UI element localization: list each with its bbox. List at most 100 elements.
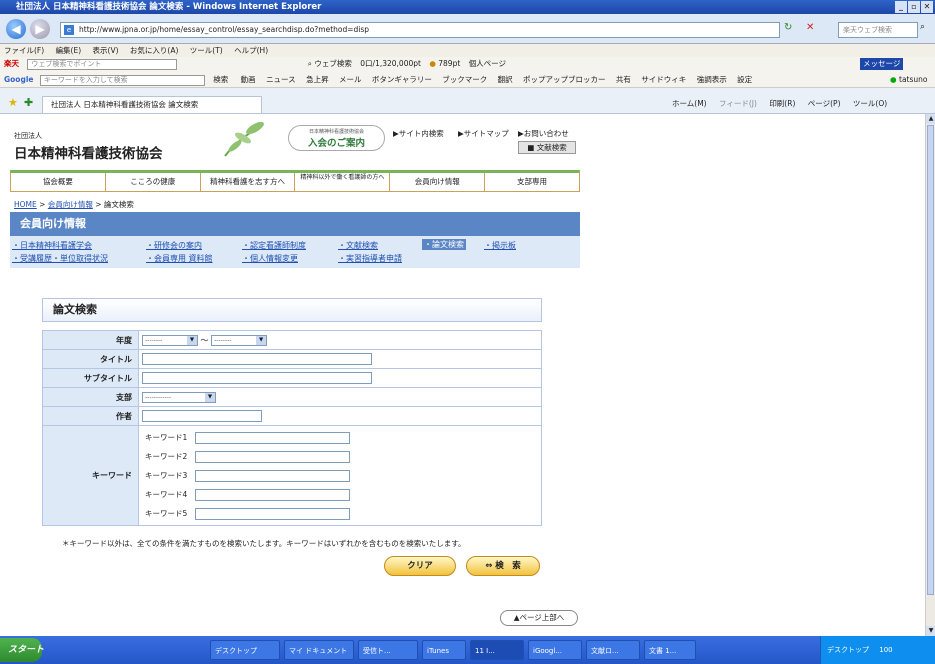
- clear-button[interactable]: クリア: [384, 556, 456, 576]
- keyword2-input[interactable]: [195, 451, 350, 463]
- search-button[interactable]: ⇔ 検 索: [466, 556, 540, 576]
- literature-search-button[interactable]: ■ 文献検索: [518, 141, 576, 154]
- subnav-literature[interactable]: ・文献検索: [338, 240, 378, 251]
- author-input[interactable]: [142, 410, 262, 422]
- subnav-society[interactable]: ・日本精神科看護学会: [12, 240, 92, 251]
- start-button[interactable]: スタート: [0, 638, 44, 662]
- minimize-button[interactable]: _: [895, 1, 907, 13]
- tb-news[interactable]: ニュース: [266, 75, 296, 84]
- year-from-select[interactable]: -------- ▼: [142, 334, 198, 346]
- subnav-certified[interactable]: ・認定看護師制度: [242, 240, 306, 251]
- google-user[interactable]: tatsuno: [899, 71, 927, 87]
- menu-view[interactable]: 表示(V): [93, 46, 119, 55]
- contact-link[interactable]: ▶お問い合わせ: [518, 128, 569, 139]
- points-display[interactable]: 0口/1,320,000pt: [360, 59, 421, 68]
- subnav-instructor[interactable]: ・実習指導者申請: [338, 253, 402, 264]
- tb-settings[interactable]: 設定: [737, 75, 752, 84]
- search-icon[interactable]: ⌕: [920, 22, 925, 32]
- branch-select[interactable]: ------------ ▼: [142, 391, 216, 403]
- taskbar-desktop[interactable]: デスクトップ: [210, 640, 280, 660]
- menu-edit[interactable]: 編集(E): [56, 46, 82, 55]
- nav-aspiring-nurses[interactable]: 精神科看護を志す方へ: [200, 173, 296, 191]
- taskbar-word[interactable]: 文書 1...: [644, 640, 696, 660]
- menu-favorites[interactable]: お気に入り(A): [130, 46, 178, 55]
- tb-trending[interactable]: 急上昇: [306, 75, 329, 84]
- title-input[interactable]: [142, 353, 372, 365]
- tb-sidewiki[interactable]: サイドウィキ: [641, 75, 686, 84]
- page-top-button[interactable]: ▲ページ上部へ: [500, 610, 578, 626]
- tb-video[interactable]: 動画: [241, 75, 256, 84]
- tools-command[interactable]: ツール(O): [853, 99, 887, 108]
- google-search-button[interactable]: 検索: [213, 75, 228, 84]
- taskbar-folder[interactable]: 文献ロ...: [586, 640, 640, 660]
- stop-icon[interactable]: ✕: [806, 22, 814, 33]
- org-name[interactable]: 日本精神科看護技術協会: [14, 142, 163, 162]
- search-box[interactable]: 楽天ウェブ検索: [838, 22, 918, 38]
- breadcrumb-members[interactable]: 会員向け情報: [48, 200, 93, 209]
- close-button[interactable]: ✕: [921, 1, 933, 13]
- menu-help[interactable]: ヘルプ(H): [234, 46, 268, 55]
- tb-button-gallery[interactable]: ボタンギャラリー: [372, 75, 432, 84]
- messenger-button[interactable]: メッセージ: [860, 58, 904, 70]
- sitemap-link[interactable]: ▶サイトマップ: [458, 128, 509, 139]
- home-command[interactable]: ホーム(M): [672, 99, 707, 108]
- nav-mental-health[interactable]: こころの健康: [105, 173, 201, 191]
- tb-highlight[interactable]: 強調表示: [697, 75, 727, 84]
- maximize-button[interactable]: ▫: [908, 1, 920, 13]
- feed-command[interactable]: フィード(J): [719, 99, 757, 108]
- vertical-scrollbar[interactable]: ▲ ▼: [925, 114, 935, 636]
- tb-share[interactable]: 共有: [616, 75, 631, 84]
- subnav-bbs[interactable]: ・掲示板: [484, 240, 516, 251]
- tray-desktop[interactable]: デスクトップ: [827, 646, 869, 654]
- keyword1-input[interactable]: [195, 432, 350, 444]
- subnav-archive[interactable]: ・会員専用 資料館: [146, 253, 213, 264]
- scroll-up-icon[interactable]: ▲: [926, 114, 935, 124]
- page-command[interactable]: ページ(P): [808, 99, 841, 108]
- back-button[interactable]: ◀: [6, 19, 26, 39]
- scroll-down-icon[interactable]: ▼: [926, 626, 935, 636]
- rakuten-search-input[interactable]: ウェブ検索でポイント: [27, 58, 178, 70]
- web-search-button[interactable]: ウェブ検索: [314, 59, 352, 68]
- scroll-thumb[interactable]: [927, 125, 934, 595]
- taskbar-igoogle[interactable]: iGoogl...: [528, 640, 582, 660]
- tb-mail[interactable]: メール: [339, 75, 362, 84]
- subnav-training[interactable]: ・研修会の案内: [146, 240, 202, 251]
- nav-about[interactable]: 協会概要: [11, 173, 106, 191]
- nav-other-nurses[interactable]: 精神科以外で働く看護師の方へ: [295, 173, 391, 191]
- add-favorites-icon[interactable]: ✚: [24, 96, 33, 109]
- nav-member-info[interactable]: 会員向け情報: [390, 173, 486, 191]
- tb-translate[interactable]: 翻訳: [498, 75, 513, 84]
- forward-button[interactable]: ▶: [30, 19, 50, 39]
- taskbar-inbox[interactable]: 受信ト...: [358, 640, 418, 660]
- breadcrumb-home[interactable]: HOME: [14, 200, 37, 209]
- address-bar[interactable]: e http://www.jpna.or.jp/home/essay_contr…: [60, 22, 780, 38]
- keyword4-input[interactable]: [195, 489, 350, 501]
- taskbar-ie[interactable]: 11 I...: [470, 640, 524, 660]
- taskbar-mydocs[interactable]: マイ ドキュメント: [284, 640, 354, 660]
- google-logo[interactable]: Google: [4, 75, 34, 84]
- subtitle-input[interactable]: [142, 372, 372, 384]
- keyword5-input[interactable]: [195, 508, 350, 520]
- subnav-history[interactable]: ・受講履歴・単位取得状況: [12, 253, 108, 264]
- browser-tab[interactable]: 社団法人 日本精神科看護技術協会 論文検索: [42, 96, 262, 113]
- mypage-button[interactable]: 個人ページ: [469, 59, 506, 68]
- url-text: http://www.jpna.or.jp/home/essay_control…: [79, 25, 370, 34]
- year-to-select[interactable]: -------- ▼: [211, 334, 268, 346]
- tb-bookmarks[interactable]: ブックマーク: [442, 75, 487, 84]
- taskbar-itunes[interactable]: iTunes: [422, 640, 466, 660]
- tb-popup-blocker[interactable]: ポップアップブロッカー: [523, 75, 606, 84]
- nav-branch[interactable]: 支部専用: [485, 173, 579, 191]
- menu-file[interactable]: ファイル(F): [4, 46, 44, 55]
- menu-tools[interactable]: ツール(T): [190, 46, 223, 55]
- keyword3-input[interactable]: [195, 470, 350, 482]
- favorites-star-icon[interactable]: ★: [8, 96, 18, 109]
- refresh-icon[interactable]: ↻: [784, 22, 792, 33]
- join-info-button[interactable]: 日本精神科看護技術協会 入会のご案内: [288, 125, 385, 151]
- print-command[interactable]: 印刷(R): [769, 99, 795, 108]
- pt-display[interactable]: 789pt: [438, 59, 460, 68]
- rakuten-brand[interactable]: 楽天: [4, 59, 19, 68]
- site-search-link[interactable]: ▶サイト内検索: [393, 128, 444, 139]
- subnav-paper-search[interactable]: ・論文検索: [422, 239, 466, 250]
- google-search-input[interactable]: キーワードを入力して検索: [39, 74, 205, 86]
- subnav-profile[interactable]: ・個人情報変更: [242, 253, 298, 264]
